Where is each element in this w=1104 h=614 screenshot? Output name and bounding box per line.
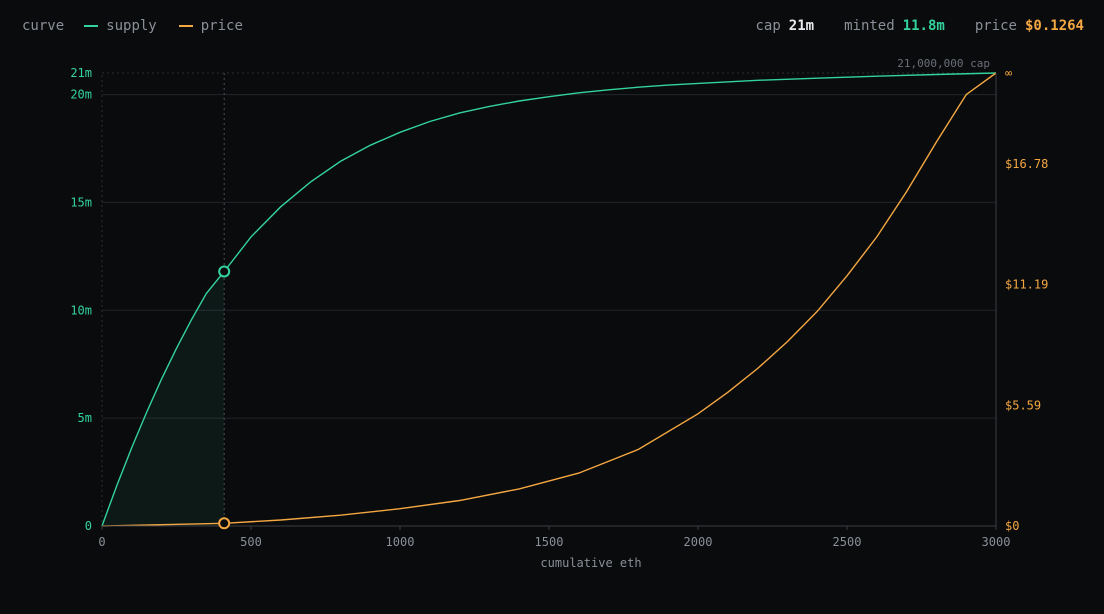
right-axis-ticks: $0 $5.59 $11.19 $16.78 ∞ — [1005, 66, 1048, 533]
price-series-line — [101, 72, 997, 527]
left-tick-label: 21m — [70, 66, 92, 80]
right-tick-label: $5.59 — [1005, 398, 1041, 412]
x-tick-label: 0 — [98, 535, 105, 549]
right-tick-label: $16.78 — [1005, 157, 1048, 171]
right-tick-label: $0 — [1005, 519, 1019, 533]
cap-annotation: 21,000,000 cap — [897, 57, 990, 70]
x-axis-ticks: 0 500 1000 1500 2000 2500 3000 — [98, 526, 1010, 549]
plot-frame — [101, 72, 997, 527]
bonding-curve-chart[interactable]: 0 500 1000 1500 2000 2500 3000 0 5m 10m 15m 20m 21m… — [0, 0, 1104, 614]
supply-series-line — [101, 72, 997, 527]
left-tick-label: 0 — [85, 519, 92, 533]
left-axis-ticks: 0 5m 10m 15m 20m 21m — [70, 66, 92, 533]
left-tick-label: 10m — [70, 303, 92, 317]
supply-marker-point[interactable] — [218, 265, 231, 278]
minted-area — [102, 271, 225, 526]
right-tick-label: ∞ — [1005, 66, 1012, 80]
left-tick-label: 5m — [78, 411, 92, 425]
x-axis-title: cumulative eth — [540, 556, 641, 570]
left-tick-label: 15m — [70, 195, 92, 209]
x-tick-label: 1500 — [535, 535, 564, 549]
x-tick-label: 2000 — [684, 535, 713, 549]
x-tick-label: 1000 — [386, 535, 415, 549]
x-tick-label: 2500 — [833, 535, 862, 549]
x-tick-label: 500 — [240, 535, 262, 549]
right-tick-label: $11.19 — [1005, 278, 1048, 292]
x-tick-label: 3000 — [982, 535, 1011, 549]
left-tick-label: 20m — [70, 88, 92, 102]
price-marker-point[interactable] — [218, 517, 231, 530]
